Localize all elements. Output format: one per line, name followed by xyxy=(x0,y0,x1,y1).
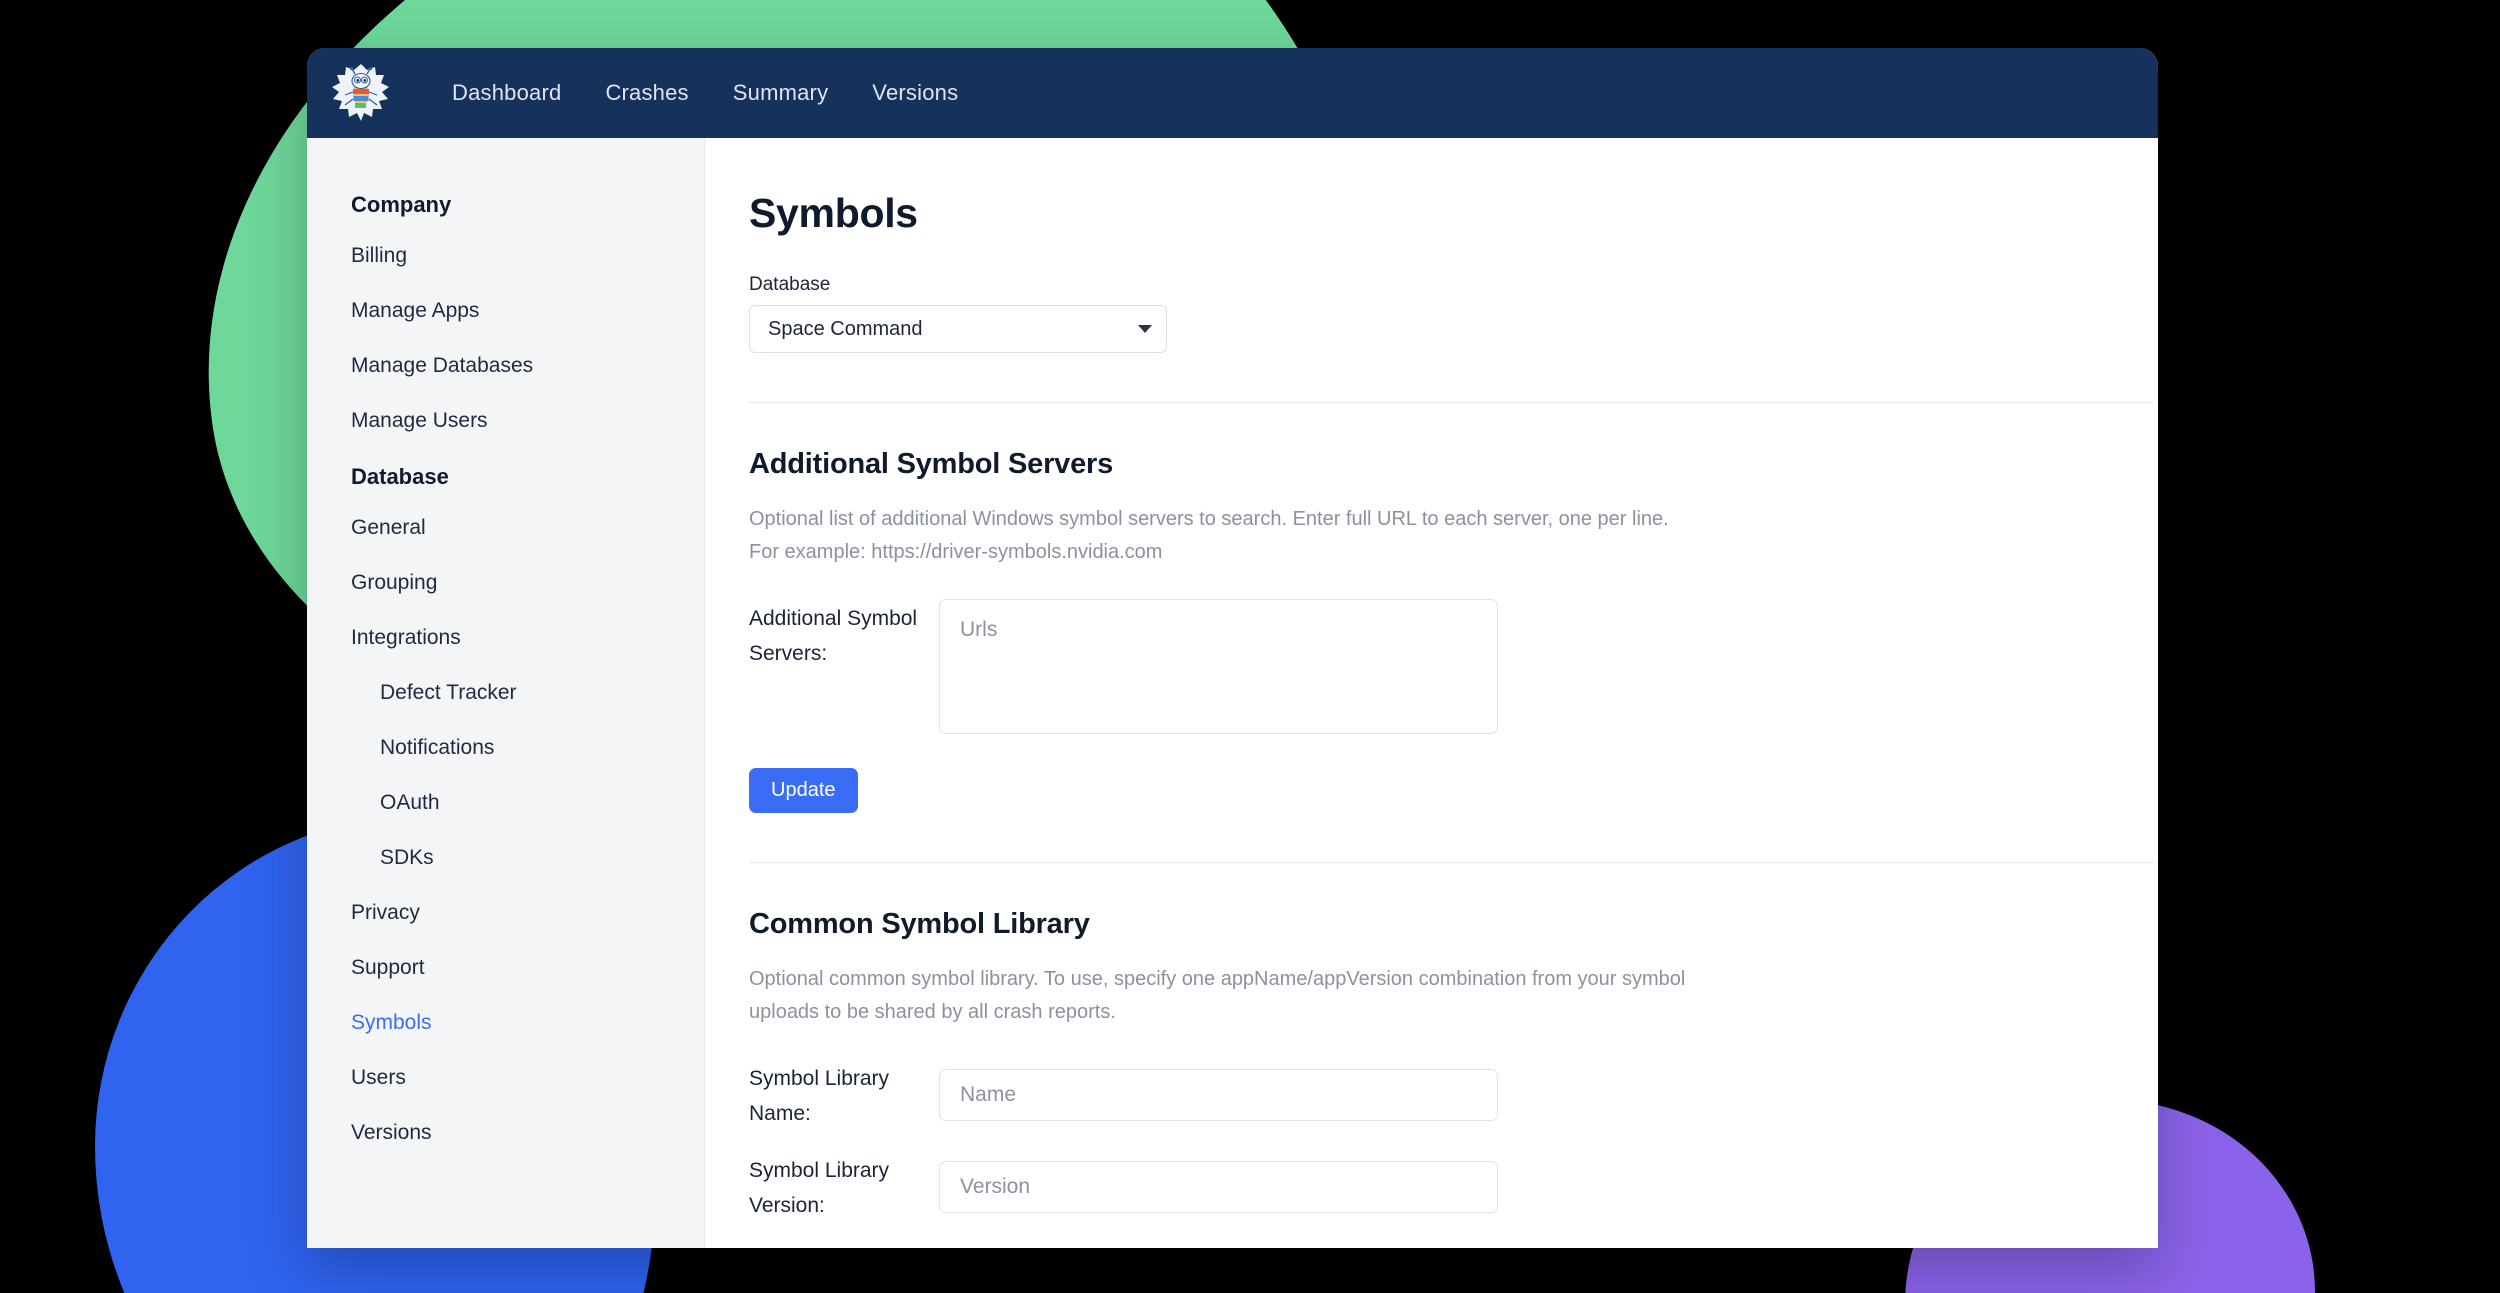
sidebar-heading-company: Company xyxy=(351,192,452,217)
sidebar-heading-database: Database xyxy=(351,464,449,489)
additional-symbol-servers-update-button[interactable]: Update xyxy=(749,768,858,813)
nav-link-summary[interactable]: Summary xyxy=(711,70,851,116)
sidebar-item-manage-databases[interactable]: Manage Databases xyxy=(307,354,704,378)
additional-symbol-servers-row: Additional Symbol Servers: Urls xyxy=(749,599,2158,734)
sidebar-item-notifications[interactable]: Notifications xyxy=(307,736,704,760)
symbol-library-version-row: Symbol Library Version: Version xyxy=(749,1151,2158,1223)
symbol-library-name-input[interactable]: Name xyxy=(939,1069,1498,1121)
section-additional-symbol-servers: Additional Symbol Servers Optional list … xyxy=(749,403,2158,813)
sidebar-item-billing[interactable]: Billing xyxy=(307,244,704,268)
sidebar-item-oauth[interactable]: OAuth xyxy=(307,791,704,815)
screenshot-stage: Dashboard Crashes Summary Versions Compa… xyxy=(0,0,2500,1293)
sidebar-item-manage-users[interactable]: Manage Users xyxy=(307,409,704,433)
sidebar-item-versions[interactable]: Versions xyxy=(307,1121,704,1145)
bugsplat-bug-logo-icon[interactable] xyxy=(330,62,392,124)
sidebar-item-symbols[interactable]: Symbols xyxy=(307,1011,704,1035)
database-field-label: Database xyxy=(749,274,831,295)
sidebar-item-grouping[interactable]: Grouping xyxy=(307,571,704,595)
top-navigation-bar: Dashboard Crashes Summary Versions xyxy=(307,48,2158,138)
chevron-down-icon xyxy=(1138,325,1152,333)
nav-link-versions[interactable]: Versions xyxy=(850,70,980,116)
main-content: Symbols Database Space Command Additiona… xyxy=(705,138,2158,1248)
sidebar-navigation: Company Billing Manage Apps Manage Datab… xyxy=(307,138,705,1248)
symbol-library-name-row: Symbol Library Name: Name xyxy=(749,1059,2158,1131)
sidebar-item-users[interactable]: Users xyxy=(307,1066,704,1090)
sidebar-item-support[interactable]: Support xyxy=(307,956,704,980)
additional-symbol-servers-textarea[interactable]: Urls xyxy=(939,599,1498,734)
database-select-value: Space Command xyxy=(768,317,923,340)
nav-link-dashboard[interactable]: Dashboard xyxy=(430,70,583,116)
common-symbol-library-title: Common Symbol Library xyxy=(749,908,1090,940)
sidebar-item-defect-tracker[interactable]: Defect Tracker xyxy=(307,681,704,705)
symbol-library-version-label: Symbol Library Version: xyxy=(749,1159,890,1217)
additional-symbol-servers-title: Additional Symbol Servers xyxy=(749,448,1114,480)
sidebar-item-integrations[interactable]: Integrations xyxy=(307,626,704,650)
symbol-library-name-label: Symbol Library Name: xyxy=(749,1067,890,1125)
app-window: Dashboard Crashes Summary Versions Compa… xyxy=(307,48,2158,1248)
additional-symbol-servers-label: Additional Symbol Servers: xyxy=(749,607,918,665)
additional-symbol-servers-description: Optional list of additional Windows symb… xyxy=(749,508,1669,563)
sidebar-item-privacy[interactable]: Privacy xyxy=(307,901,704,925)
sidebar-item-sdks[interactable]: SDKs xyxy=(307,846,704,870)
database-select[interactable]: Space Command xyxy=(749,305,1167,353)
symbol-library-version-input[interactable]: Version xyxy=(939,1161,1498,1213)
sidebar-item-manage-apps[interactable]: Manage Apps xyxy=(307,299,704,323)
nav-link-crashes[interactable]: Crashes xyxy=(583,70,710,116)
sidebar-item-general[interactable]: General xyxy=(307,516,704,540)
page-title: Symbols xyxy=(749,190,918,236)
common-symbol-library-description: Optional common symbol library. To use, … xyxy=(749,968,1686,1023)
window-body: Company Billing Manage Apps Manage Datab… xyxy=(307,138,2158,1248)
section-common-symbol-library: Common Symbol Library Optional common sy… xyxy=(749,863,2158,1248)
